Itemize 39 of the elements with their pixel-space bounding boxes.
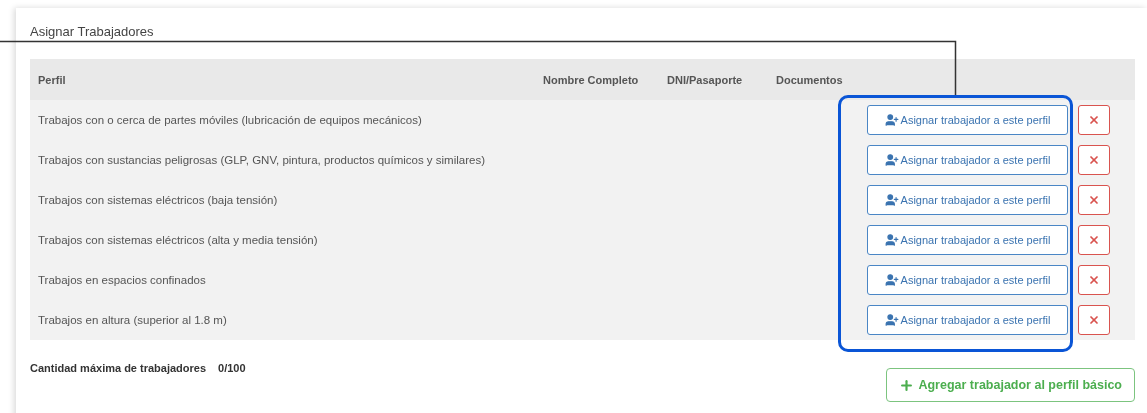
card-title: Asignar Trabajadores (30, 23, 155, 41)
user-plus-icon (884, 153, 899, 167)
user-plus-icon (884, 193, 899, 207)
column-header: Documentos (776, 73, 843, 86)
table-cell-text: Trabajos con sustancias peligrosas (GLP, GNV, pintura, productos químicos y similares) (37, 154, 485, 166)
table-cell-text: Trabajos con o cerca de partes móviles (lubricación de equipos mecánicos) (37, 114, 422, 126)
max-workers-label: Cantidad máxima de trabajadores (30, 362, 207, 374)
close-icon (1088, 274, 1100, 286)
close-icon (1088, 194, 1100, 206)
close-icon (1088, 314, 1100, 326)
assign-worker-button[interactable]: Asignar trabajador a este perfil (867, 185, 1068, 215)
close-icon (1088, 234, 1100, 246)
delete-button[interactable] (1078, 105, 1110, 135)
delete-button[interactable] (1078, 305, 1110, 335)
column-header: DNI/Pasaporte (667, 73, 743, 86)
column-header: Perfil (37, 73, 66, 86)
close-icon (1088, 154, 1100, 166)
user-plus-icon (884, 113, 899, 127)
delete-button[interactable] (1078, 185, 1110, 215)
column-header: Nombre Completo (543, 73, 639, 86)
delete-button[interactable] (1078, 225, 1110, 255)
table-cell-text: Trabajos en altura (superior al 1.8 m) (37, 314, 227, 326)
assign-worker-button[interactable]: Asignar trabajador a este perfil (867, 105, 1068, 135)
assign-worker-button[interactable]: Asignar trabajador a este perfil (867, 305, 1068, 335)
delete-button[interactable] (1078, 145, 1110, 175)
max-workers-value: 0/100 (218, 362, 246, 374)
add-worker-button[interactable]: Agregar trabajador al perfil básico (886, 368, 1135, 402)
assign-worker-button[interactable]: Asignar trabajador a este perfil (867, 225, 1068, 255)
plus-icon (899, 377, 915, 393)
close-icon (1088, 114, 1100, 126)
user-plus-icon (884, 313, 899, 327)
assign-worker-button[interactable]: Asignar trabajador a este perfil (867, 265, 1068, 295)
table-cell-text: Trabajos en espacios confinados (37, 274, 206, 286)
user-plus-icon (884, 273, 899, 287)
user-plus-icon (884, 233, 899, 247)
table-cell-text: Trabajos con sistemas eléctricos (alta y media tensión) (37, 234, 318, 246)
table-cell-text: Trabajos con sistemas eléctricos (baja tensión) (37, 194, 278, 206)
delete-button[interactable] (1078, 265, 1110, 295)
assign-worker-button[interactable]: Asignar trabajador a este perfil (867, 145, 1068, 175)
